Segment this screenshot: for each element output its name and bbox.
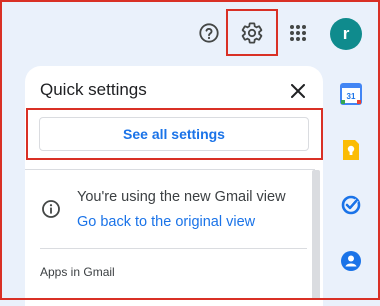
contacts-app-button[interactable] [340,250,362,272]
help-circle-icon [199,23,219,43]
calendar-app-button[interactable]: 31 [340,83,362,105]
quick-settings-title: Quick settings [40,80,147,99]
scrollbar[interactable] [312,170,320,300]
info-icon [41,199,61,219]
avatar-initial: r [342,24,350,43]
apps-in-gmail-heading: Apps in Gmail [40,265,115,279]
original-view-link[interactable]: Go back to the original view [77,212,309,232]
keep-icon [343,140,359,160]
apps-button[interactable] [286,21,310,45]
settings-button[interactable] [226,9,278,56]
divider [25,169,315,170]
see-all-highlight: See all settings [26,108,323,160]
apps-grid-icon [290,25,306,41]
account-avatar[interactable]: r [330,18,362,50]
quick-settings-panel: Quick settings See all settings You're u… [25,66,323,306]
calendar-icon: 31 [340,83,362,105]
keep-app-button[interactable] [340,139,362,161]
close-button[interactable] [287,80,309,102]
divider [40,248,307,249]
gear-icon [241,22,263,43]
calendar-day-label: 31 [347,92,356,101]
help-button[interactable] [197,21,221,45]
new-view-notice: You're using the new Gmail view [77,189,286,205]
tasks-app-button[interactable] [340,194,362,216]
contacts-icon [341,251,361,271]
top-bar: r [0,0,380,66]
tasks-icon [341,195,361,215]
close-icon [291,84,305,98]
see-all-settings-button[interactable]: See all settings [39,117,309,151]
